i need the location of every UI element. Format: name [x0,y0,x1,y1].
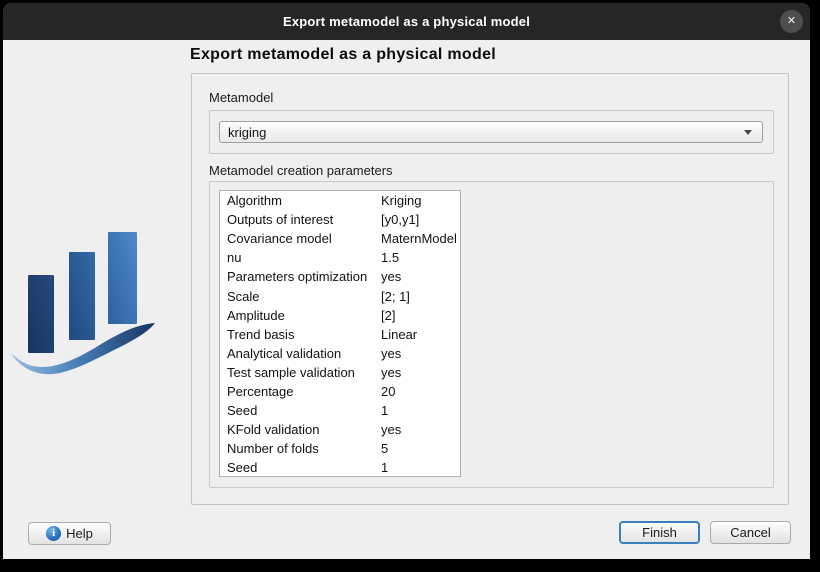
param-name-cell: Algorithm [227,193,282,209]
finish-button[interactable]: Finish [619,521,700,544]
param-name-cell: Scale [227,288,260,304]
param-value-cell: Kriging [381,193,422,209]
logo-bar-left [28,275,54,353]
dialog-content: Export metamodel as a physical model Met… [3,40,810,559]
dialog-window: Export metamodel as a physical model ✕ E… [3,3,810,559]
finish-button-label: Finish [642,525,677,540]
chevron-down-icon [744,129,752,135]
param-value-cell: yes [381,345,402,361]
param-value-cell: yes [381,269,402,285]
param-name-cell: Test sample validation [227,364,355,380]
close-icon: ✕ [786,15,797,27]
table-row[interactable]: Trend basis Linear [220,325,460,344]
param-name-cell: Percentage [227,383,294,399]
table-row[interactable]: Outputs of interest [y0,y1] [220,210,460,229]
logo-bar-right [108,232,137,324]
param-value-cell: 1 [381,460,389,476]
param-name-cell: Amplitude [227,307,285,323]
param-name-cell: Seed [227,460,258,476]
table-row[interactable]: Percentage 20 [220,382,460,401]
param-name-cell: Seed [227,403,258,419]
param-value-cell: yes [381,364,402,380]
table-row[interactable]: Seed 1 [220,458,460,476]
table-row[interactable]: Amplitude [2] [220,306,460,325]
table-row[interactable]: Parameters optimization yes [220,267,460,286]
persalys-logo-icon [11,232,155,375]
param-name-cell: Outputs of interest [227,212,334,228]
param-name-cell: nu [227,250,242,266]
param-name-cell: Covariance model [227,231,332,247]
table-row[interactable]: Analytical validation yes [220,344,460,363]
info-icon: i [46,526,62,541]
param-name-cell: Analytical validation [227,345,342,361]
param-value-cell: 1 [381,403,389,419]
param-name-cell: KFold validation [227,422,320,438]
metamodel-label: Metamodel [209,90,274,105]
titlebar[interactable]: Export metamodel as a physical model ✕ [3,3,810,40]
table-row[interactable]: Number of folds 5 [220,439,460,458]
window-title: Export metamodel as a physical model [282,14,531,29]
table-row[interactable]: Scale [2; 1] [220,286,460,305]
close-button[interactable]: ✕ [780,10,803,33]
cancel-button[interactable]: Cancel [710,521,791,544]
param-value-cell: 1.5 [381,250,400,266]
param-value-cell: MaternModel [381,231,457,247]
param-value-cell: 20 [381,383,396,399]
table-row[interactable]: KFold validation yes [220,420,460,439]
param-value-cell: [2] [381,307,396,323]
param-name-cell: Parameters optimization [227,269,368,285]
page-title: Export metamodel as a physical model [190,46,497,63]
param-name-cell: Trend basis [227,326,295,342]
table-row[interactable]: Covariance model MaternModel [220,229,460,248]
param-value-cell: Linear [381,326,418,342]
metamodel-combobox[interactable]: kriging [219,121,763,143]
table-row[interactable]: nu 1.5 [220,248,460,267]
param-value-cell: [2; 1] [381,288,410,304]
help-button-label: Help [66,526,93,541]
logo-bar-middle [69,252,95,340]
table-row[interactable]: Test sample validation yes [220,363,460,382]
param-name-cell: Number of folds [227,441,319,457]
param-value-cell: [y0,y1] [381,212,420,228]
param-value-cell: 5 [381,441,389,457]
cancel-button-label: Cancel [730,525,771,540]
metamodel-selected-value: kriging [228,124,267,140]
table-row[interactable]: Seed 1 [220,401,460,420]
params-table[interactable]: Algorithm Kriging Outputs of interest [y… [219,190,461,477]
help-button[interactable]: i Help [28,522,111,545]
table-row[interactable]: Algorithm Kriging [220,191,460,210]
parameters-label: Metamodel creation parameters [209,163,393,178]
param-value-cell: yes [381,422,402,438]
